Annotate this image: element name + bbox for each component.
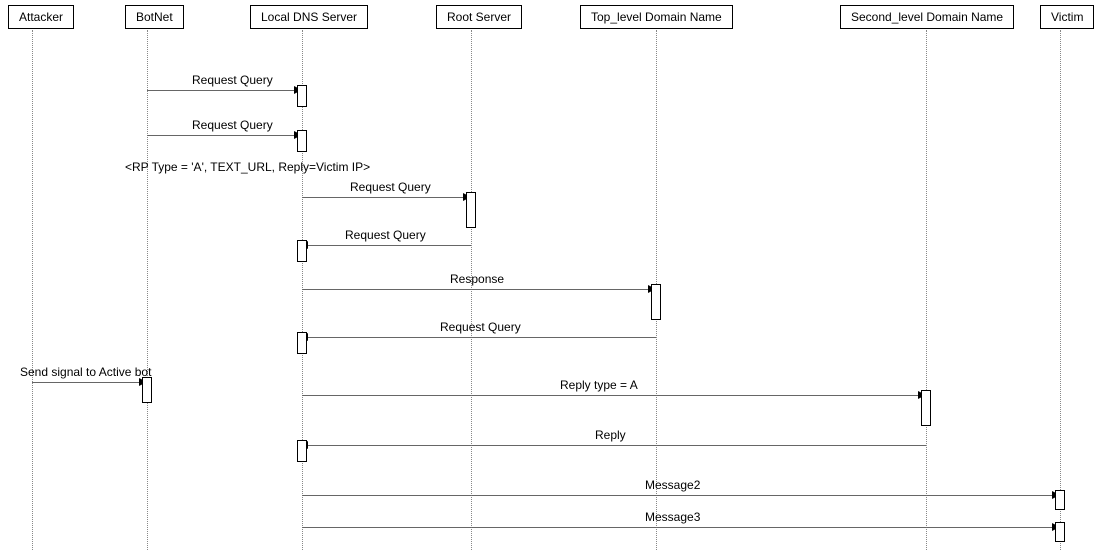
msg-line-1 bbox=[147, 90, 297, 91]
msg-line-6 bbox=[307, 337, 656, 338]
participant-botnet: BotNet bbox=[125, 5, 184, 29]
lifeline-victim bbox=[1060, 30, 1061, 550]
msg-line-8 bbox=[302, 395, 921, 396]
msg-line-2 bbox=[147, 135, 297, 136]
activation-root-1 bbox=[466, 192, 476, 228]
msg-label-1: Request Query bbox=[192, 73, 273, 87]
lifeline-local-dns bbox=[302, 30, 303, 550]
participant-attacker: Attacker bbox=[8, 5, 74, 29]
msg-line-4 bbox=[307, 245, 471, 246]
msg-line-3 bbox=[302, 197, 466, 198]
participant-victim: Victim bbox=[1040, 5, 1094, 29]
participant-local-dns: Local DNS Server bbox=[250, 5, 368, 29]
msg-label-2: Request Query bbox=[192, 118, 273, 132]
msg-label-7: Send signal to Active bot bbox=[20, 365, 151, 379]
msg-label-3: Request Query bbox=[350, 180, 431, 194]
participant-tld: Top_level Domain Name bbox=[580, 5, 733, 29]
participant-root: Root Server bbox=[436, 5, 522, 29]
activation-localdns-5 bbox=[297, 440, 307, 462]
activation-botnet-1 bbox=[142, 377, 152, 403]
participant-sld: Second_level Domain Name bbox=[840, 5, 1014, 29]
lifeline-root bbox=[471, 30, 472, 550]
msg-label-10: Message2 bbox=[645, 478, 700, 492]
msg-label-11: Message3 bbox=[645, 510, 700, 524]
activation-localdns-3 bbox=[297, 240, 307, 262]
msg-label-8: Reply type = A bbox=[560, 378, 638, 392]
msg-line-7 bbox=[32, 382, 142, 383]
activation-localdns-4 bbox=[297, 332, 307, 354]
note-rp-type: <RP Type = 'A', TEXT_URL, Reply=Victim I… bbox=[125, 160, 370, 174]
msg-label-9: Reply bbox=[595, 428, 626, 442]
msg-line-5 bbox=[302, 289, 651, 290]
lifeline-attacker bbox=[32, 30, 33, 550]
lifeline-sld bbox=[926, 30, 927, 550]
activation-tld-1 bbox=[651, 284, 661, 320]
activation-victim-1 bbox=[1055, 490, 1065, 510]
msg-line-11 bbox=[302, 527, 1055, 528]
msg-label-4: Request Query bbox=[345, 228, 426, 242]
lifeline-botnet bbox=[147, 30, 148, 550]
msg-line-10 bbox=[302, 495, 1055, 496]
activation-victim-2 bbox=[1055, 522, 1065, 542]
msg-label-6: Request Query bbox=[440, 320, 521, 334]
activation-localdns-1 bbox=[297, 85, 307, 107]
activation-sld-1 bbox=[921, 390, 931, 426]
msg-label-5: Response bbox=[450, 272, 504, 286]
activation-localdns-2 bbox=[297, 130, 307, 152]
msg-line-9 bbox=[307, 445, 926, 446]
